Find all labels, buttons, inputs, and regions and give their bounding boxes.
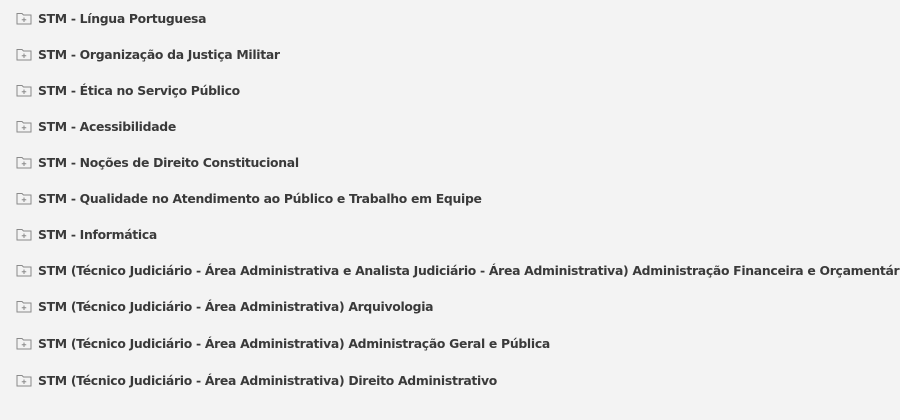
folder-list: STM - Língua Portuguesa STM - Organizaçã… (0, 0, 900, 420)
folder-item-arquivologia[interactable]: STM (Técnico Judiciário - Área Administr… (16, 295, 434, 317)
folder-plus-icon[interactable] (16, 227, 32, 241)
folder-label[interactable]: STM (Técnico Judiciário - Área Administr… (38, 299, 434, 314)
folder-plus-icon[interactable] (16, 47, 32, 61)
folder-item-direito-administrativo[interactable]: STM (Técnico Judiciário - Área Administr… (16, 369, 497, 391)
folder-label[interactable]: STM (Técnico Judiciário - Área Administr… (38, 336, 550, 351)
folder-item-administracao-financeira[interactable]: STM (Técnico Judiciário - Área Administr… (16, 259, 900, 281)
folder-item-lingua-portuguesa[interactable]: STM - Língua Portuguesa (16, 7, 206, 29)
folder-plus-icon[interactable] (16, 155, 32, 169)
folder-plus-icon[interactable] (16, 373, 32, 387)
folder-item-organizacao-justica-militar[interactable]: STM - Organização da Justiça Militar (16, 43, 280, 65)
folder-item-acessibilidade[interactable]: STM - Acessibilidade (16, 115, 176, 137)
folder-item-administracao-geral[interactable]: STM (Técnico Judiciário - Área Administr… (16, 332, 550, 354)
folder-label[interactable]: STM - Qualidade no Atendimento ao Públic… (38, 191, 482, 206)
folder-label[interactable]: STM - Informática (38, 227, 157, 242)
folder-plus-icon[interactable] (16, 83, 32, 97)
folder-plus-icon[interactable] (16, 11, 32, 25)
folder-label[interactable]: STM - Noções de Direito Constitucional (38, 155, 299, 170)
folder-item-etica-servico-publico[interactable]: STM - Ética no Serviço Público (16, 79, 240, 101)
folder-label[interactable]: STM - Língua Portuguesa (38, 11, 206, 26)
folder-label[interactable]: STM (Técnico Judiciário - Área Administr… (38, 263, 900, 278)
folder-plus-icon[interactable] (16, 263, 32, 277)
folder-label[interactable]: STM - Organização da Justiça Militar (38, 47, 280, 62)
folder-plus-icon[interactable] (16, 191, 32, 205)
folder-label[interactable]: STM - Acessibilidade (38, 119, 176, 134)
folder-plus-icon[interactable] (16, 336, 32, 350)
folder-plus-icon[interactable] (16, 299, 32, 313)
folder-item-qualidade-atendimento[interactable]: STM - Qualidade no Atendimento ao Públic… (16, 187, 482, 209)
folder-item-direito-constitucional[interactable]: STM - Noções de Direito Constitucional (16, 151, 299, 173)
folder-plus-icon[interactable] (16, 119, 32, 133)
folder-label[interactable]: STM (Técnico Judiciário - Área Administr… (38, 373, 497, 388)
folder-label[interactable]: STM - Ética no Serviço Público (38, 83, 240, 98)
folder-item-informatica[interactable]: STM - Informática (16, 223, 157, 245)
